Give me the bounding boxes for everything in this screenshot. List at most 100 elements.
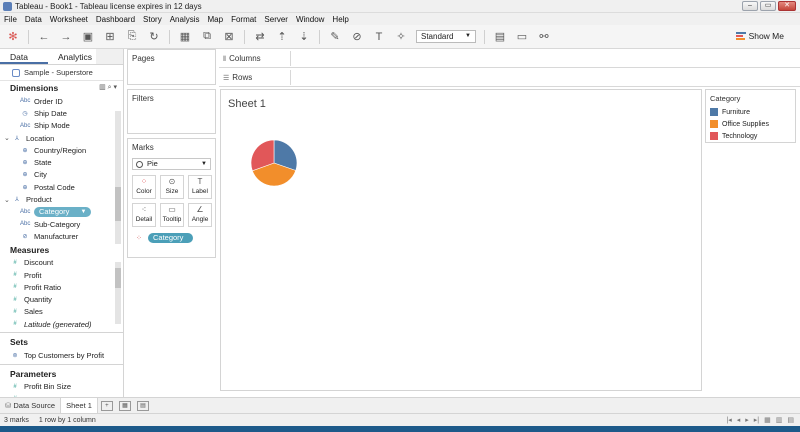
sort-descending-icon[interactable]: ⇣ [297,30,311,44]
sheet-view[interactable]: Sheet 1 [220,89,702,391]
new-story-icon[interactable]: ▤ [136,400,149,411]
tab-data[interactable]: Data [0,49,48,64]
marks-pill-row: ⁘ Category [136,233,215,243]
selected-field-pill[interactable]: Category ▼ [34,206,92,217]
legend-item[interactable]: Technology [706,130,795,142]
filmstrip-icon[interactable]: ▥ [776,416,783,424]
dimensions-tools[interactable]: ▥ ⌕ ▾ [99,81,117,95]
columns-shelf[interactable]: ⦀ Columns [219,49,800,68]
rows-shelf[interactable]: ☰ Rows [219,68,800,87]
database-icon [12,68,20,77]
menu-story[interactable]: Story [143,15,162,24]
close-button[interactable]: ✕ [778,1,796,11]
next-page-icon[interactable]: ▸ [745,416,749,424]
menu-map[interactable]: Map [208,15,224,24]
color-button[interactable]: ⁘ Color [132,175,156,199]
fit-select[interactable]: Standard ▼ [416,30,476,43]
dimension-item[interactable]: ⊕ Country/Region [0,144,123,156]
sort-ascending-icon[interactable]: ⇡ [275,30,289,44]
angle-button[interactable]: ∠ Angle [188,203,212,227]
show-me-button[interactable]: Show Me [735,31,784,41]
save-icon[interactable]: ▣ [81,30,95,44]
tableau-logo-icon[interactable]: ✻ [6,30,20,44]
last-page-icon[interactable]: ▸| [754,416,759,424]
menu-worksheet[interactable]: Worksheet [50,15,88,24]
redo-icon[interactable]: → [59,30,73,44]
maximize-button[interactable]: ▭ [760,1,776,11]
show-cards-icon[interactable]: ▤ [493,30,507,44]
legend-item[interactable]: Office Supplies [706,118,795,130]
presentation-mode-icon[interactable]: ▭ [515,30,529,44]
first-page-icon[interactable]: |◂ [726,416,731,424]
clear-sheet-icon[interactable]: ⊠ [222,30,236,44]
pie-chart[interactable] [221,90,703,392]
dimensions-scrollbar-thumb[interactable] [115,187,121,221]
menu-dashboard[interactable]: Dashboard [96,15,135,24]
chevron-down-icon[interactable]: ⌄ [4,196,12,204]
group-icon[interactable]: ⊘ [350,30,364,44]
dimension-item[interactable]: Abc Sub-Category [0,218,123,230]
dimension-item[interactable]: Abc Ship Mode [0,120,123,132]
measure-item[interactable]: # Sales [0,306,123,318]
highlight-icon[interactable]: ✎ [328,30,342,44]
folder-item[interactable]: ⌄ ⅄ Location [0,132,123,144]
measure-item[interactable]: # Profit [0,269,123,281]
label-button[interactable]: T Label [188,175,212,199]
measures-scrollbar-thumb[interactable] [115,268,121,288]
swap-rows-columns-icon[interactable]: ⇄ [253,30,267,44]
detail-button[interactable]: ⁖ Detail [132,203,156,227]
tab-analytics[interactable]: Analytics [48,49,96,64]
menu-window[interactable]: Window [296,15,324,24]
menu-help[interactable]: Help [332,15,348,24]
menu-data[interactable]: Data [25,15,42,24]
new-worksheet-icon[interactable]: ▦ [178,30,192,44]
dimension-item[interactable]: ⊘ Manufacturer [0,230,123,242]
category-color-pill[interactable]: Category [148,233,194,243]
refresh-icon[interactable]: ↻ [147,30,161,44]
pages-card[interactable]: Pages [127,49,216,85]
menu-format[interactable]: Format [231,15,256,24]
sheet-tab[interactable]: Sheet 1 [60,397,98,414]
prev-page-icon[interactable]: ◂ [737,416,741,424]
pause-updates-icon[interactable]: ⎘ [125,30,139,44]
measure-item[interactable]: # Profit Ratio [0,281,123,293]
menu-server[interactable]: Server [264,15,288,24]
minimize-button[interactable]: – [742,1,758,11]
measure-item[interactable]: # Discount [0,257,123,269]
dimension-item[interactable]: ⊕ Postal Code [0,181,123,193]
folder-item[interactable]: ⌄ ⅄ Product [0,193,123,205]
dimension-item[interactable]: Abc Category ▼ [0,206,123,218]
duplicate-sheet-icon[interactable]: ⧉ [200,30,214,44]
dimension-item[interactable]: ⊕ State [0,156,123,168]
measure-item[interactable]: # Quantity [0,293,123,305]
dimension-item[interactable]: Abc Order ID [0,95,123,107]
tabs-icon[interactable]: ▤ [787,416,794,424]
dimensions-scrollbar[interactable] [115,111,121,244]
mark-type-select[interactable]: Pie ▼ [132,158,211,170]
tooltip-button[interactable]: ▭ Tooltip [160,203,184,227]
parameter-item[interactable]: # Profit Bin Size [0,381,123,393]
dimension-item[interactable]: ◷ Ship Date [0,107,123,119]
fix-axes-icon[interactable]: ✧ [394,30,408,44]
measures-scrollbar[interactable] [115,262,121,324]
legend-item[interactable]: Furniture [706,106,795,118]
chevron-down-icon[interactable]: ▼ [80,207,86,217]
dimension-item[interactable]: ⊕ City [0,169,123,181]
set-item[interactable]: ⊚ Top Customers by Profit [0,349,123,361]
undo-icon[interactable]: ← [37,30,51,44]
data-source-item[interactable]: Sample - Superstore [0,65,123,81]
show-labels-icon[interactable]: T [372,30,386,44]
new-dashboard-icon[interactable]: ▦ [118,400,131,411]
new-data-source-icon[interactable]: ⊞ [103,30,117,44]
share-icon[interactable]: ⚯ [537,30,551,44]
legend-title[interactable]: Category [706,90,795,106]
chevron-down-icon[interactable]: ⌄ [4,134,12,142]
measure-item[interactable]: # Latitude (generated) [0,318,123,330]
new-worksheet-icon[interactable]: + [100,400,113,411]
sheet-sorter-icon[interactable]: ▦ [764,416,771,424]
filters-card[interactable]: Filters [127,89,216,134]
data-source-tab[interactable]: ⛁ Data Source [0,398,60,414]
size-button[interactable]: ⊙ Size [160,175,184,199]
menu-file[interactable]: File [4,15,17,24]
menu-analysis[interactable]: Analysis [170,15,200,24]
